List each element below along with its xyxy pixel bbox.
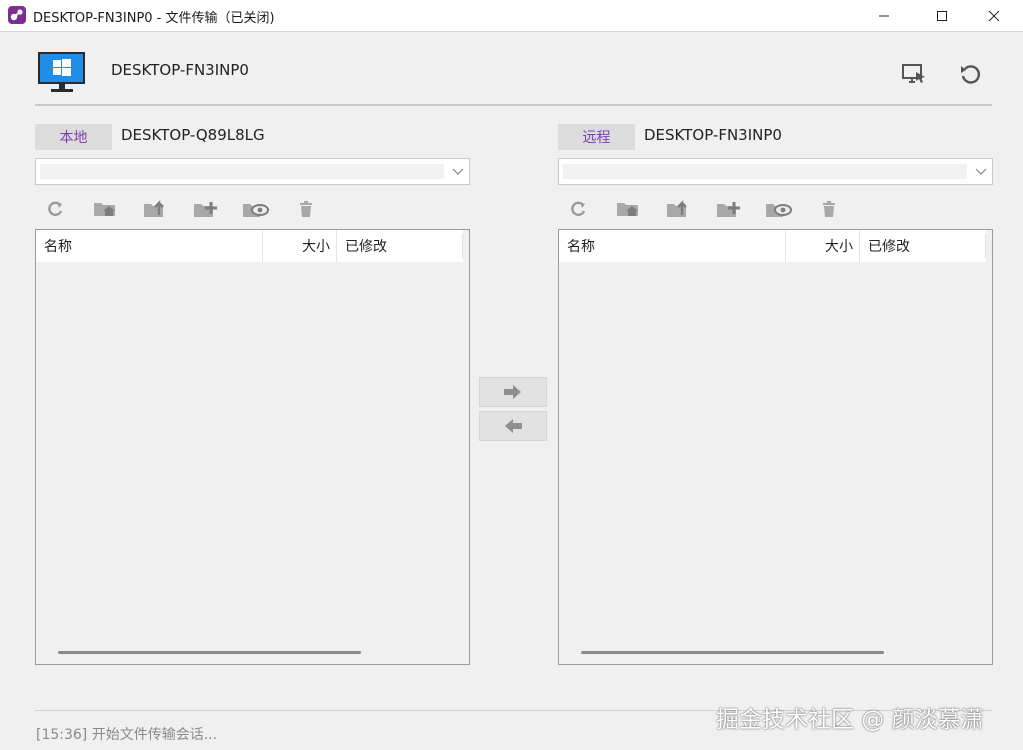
delete-icon xyxy=(300,201,312,217)
refresh-icon xyxy=(48,201,63,217)
remote-file-list[interactable]: 名称 大小 已修改 xyxy=(558,229,993,665)
local-host: DESKTOP-Q89L8LG xyxy=(121,126,265,144)
column-header-name[interactable]: 名称 xyxy=(567,230,785,262)
remote-delete-button[interactable] xyxy=(814,196,844,222)
remote-up-button[interactable] xyxy=(664,196,694,222)
windows-monitor-icon xyxy=(38,52,85,92)
home-folder-icon xyxy=(94,203,115,216)
arrow-left-icon xyxy=(505,419,522,433)
arrow-right-icon xyxy=(504,385,521,399)
remote-screen-button[interactable] xyxy=(900,60,928,88)
minimize-icon xyxy=(879,15,889,17)
remote-horizontal-scrollbar[interactable] xyxy=(559,642,992,664)
header-host: DESKTOP-FN3INP0 xyxy=(111,61,249,79)
title-bar: DESKTOP-FN3INP0 - 文件传输（已关闭) xyxy=(0,0,1023,32)
reconnect-button[interactable] xyxy=(957,60,985,88)
local-badge: 本地 xyxy=(35,124,112,150)
receive-from-remote-button[interactable] xyxy=(479,411,547,441)
minimize-button[interactable] xyxy=(855,0,913,32)
remote-host: DESKTOP-FN3INP0 xyxy=(644,126,782,144)
local-file-list[interactable]: 名称 大小 已修改 xyxy=(35,229,470,665)
local-horizontal-scrollbar[interactable] xyxy=(36,642,469,664)
remote-scrollbar-thumb[interactable] xyxy=(581,651,884,654)
maximize-button[interactable] xyxy=(913,0,971,32)
maximize-icon xyxy=(937,11,947,21)
column-header-size[interactable]: 大小 xyxy=(262,230,336,262)
remote-toolbar xyxy=(558,196,858,222)
new-folder-icon xyxy=(194,202,217,217)
column-header-name[interactable]: 名称 xyxy=(44,230,262,262)
app-icon xyxy=(8,6,26,24)
local-refresh-button[interactable] xyxy=(41,196,71,222)
refresh-icon xyxy=(571,201,586,217)
local-panel: 本地 DESKTOP-Q89L8LG 名称 大小 已修改 xyxy=(35,122,470,667)
remote-badge: 远程 xyxy=(558,124,635,150)
remote-list-header: 名称 大小 已修改 xyxy=(559,230,986,262)
local-new-folder-button[interactable] xyxy=(191,196,221,222)
show-hidden-icon xyxy=(766,204,792,217)
home-folder-icon xyxy=(617,203,638,216)
local-home-button[interactable] xyxy=(91,196,121,222)
status-log: [15:36] 开始文件传输会话... xyxy=(36,727,218,743)
remote-home-button[interactable] xyxy=(614,196,644,222)
new-folder-icon xyxy=(717,202,740,217)
watermark: 掘金技术社区 @ 颜淡慕潇 xyxy=(716,707,984,733)
column-header-modified[interactable]: 已修改 xyxy=(859,230,986,262)
local-list-header: 名称 大小 已修改 xyxy=(36,230,463,262)
refresh-reconnect-icon xyxy=(961,65,980,84)
show-hidden-icon xyxy=(243,204,269,217)
local-up-button[interactable] xyxy=(141,196,171,222)
chevron-down-icon xyxy=(975,168,987,175)
column-header-modified[interactable]: 已修改 xyxy=(336,230,463,262)
remote-new-folder-button[interactable] xyxy=(714,196,744,222)
up-folder-icon xyxy=(144,200,164,217)
send-to-remote-button[interactable] xyxy=(479,377,547,407)
local-toolbar xyxy=(35,196,335,222)
remote-path-value xyxy=(563,164,967,179)
close-icon xyxy=(988,10,1000,22)
column-header-size[interactable]: 大小 xyxy=(785,230,859,262)
remote-refresh-button[interactable] xyxy=(564,196,594,222)
close-button[interactable] xyxy=(965,0,1023,32)
remote-panel: 远程 DESKTOP-FN3INP0 名称 大小 已修改 xyxy=(558,122,993,667)
header-divider xyxy=(35,104,992,106)
remote-screen-icon xyxy=(902,64,925,83)
local-path-value xyxy=(40,164,444,179)
local-path-select[interactable] xyxy=(35,158,470,185)
up-folder-icon xyxy=(667,200,687,217)
local-delete-button[interactable] xyxy=(291,196,321,222)
chevron-down-icon xyxy=(452,168,464,175)
window-title: DESKTOP-FN3INP0 - 文件传输（已关闭) xyxy=(33,11,275,26)
local-show-hidden-button[interactable] xyxy=(241,196,271,222)
local-scrollbar-thumb[interactable] xyxy=(58,651,361,654)
remote-show-hidden-button[interactable] xyxy=(764,196,794,222)
delete-icon xyxy=(823,201,835,217)
remote-path-select[interactable] xyxy=(558,158,993,185)
